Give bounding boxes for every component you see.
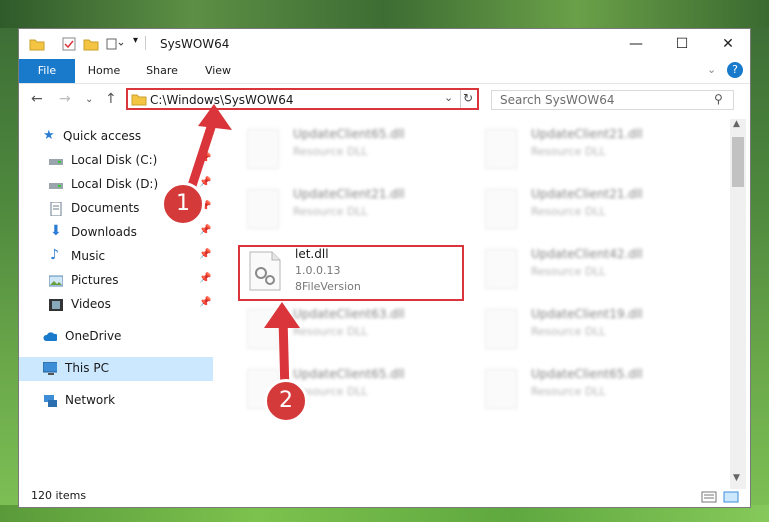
step-1-badge: 1 [161,182,205,226]
step-2-badge: 2 [264,379,308,423]
annotation-arrows [183,104,300,397]
